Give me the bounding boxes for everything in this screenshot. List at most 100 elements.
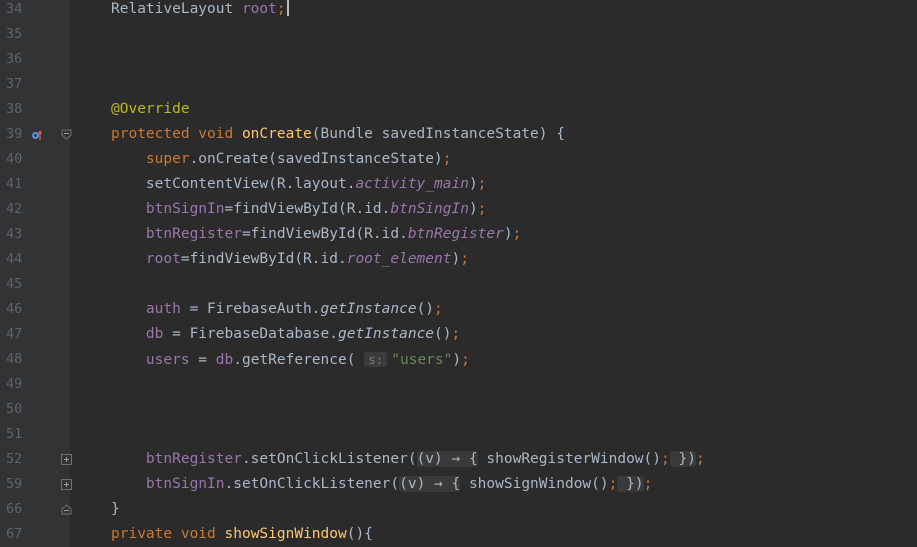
code-token: (): [416, 301, 435, 317]
line-number: 41: [6, 176, 23, 192]
code-line[interactable]: 45: [0, 272, 917, 297]
code-token: ;: [661, 451, 670, 467]
code-token: private void: [111, 526, 225, 542]
code-line[interactable]: 37: [0, 72, 917, 97]
code-text[interactable]: protected void onCreate(Bundle savedInst…: [111, 122, 565, 147]
code-line[interactable]: 38 @Override: [0, 97, 917, 122]
code-token: getInstance: [338, 326, 435, 342]
code-token: ): [468, 176, 478, 192]
code-token: protected void: [111, 126, 242, 142]
line-number: 43: [6, 226, 23, 242]
code-text[interactable]: root=findViewById(R.id.root_element);: [111, 247, 469, 272]
code-text[interactable]: @Override: [111, 97, 190, 122]
code-line[interactable]: 34 RelativeLayout root;: [0, 0, 917, 22]
code-token: btnRegister: [407, 226, 504, 242]
line-number: 46: [6, 301, 23, 317]
code-token: btnRegister: [145, 451, 242, 467]
code-text[interactable]: users = db.getReference( s: "users");: [111, 347, 470, 373]
code-token: .setOnClickListener(: [241, 451, 417, 467]
code-token: ): [451, 251, 461, 267]
code-text[interactable]: RelativeLayout root;: [111, 0, 289, 22]
code-token: ;: [512, 226, 522, 242]
code-editor[interactable]: 34 RelativeLayout root; 35 36 37 38 @Override 3…: [0, 0, 917, 547]
code-line[interactable]: 44 root=findViewById(R.id.root_element);: [0, 247, 917, 272]
code-token: ): [452, 352, 462, 368]
code-text[interactable]: private void showSignWindow(){: [111, 522, 373, 547]
code-token: = FirebaseDatabase.: [163, 326, 338, 342]
code-token: s:: [364, 352, 388, 367]
code-token: .setOnClickListener(: [224, 476, 400, 492]
fold-expand-icon[interactable]: [61, 454, 72, 465]
line-number: 48: [6, 351, 23, 367]
code-text[interactable]: btnSignIn=findViewById(R.id.btnSingIn);: [111, 197, 487, 222]
line-number: 49: [6, 376, 23, 392]
code-token: ): [503, 226, 513, 242]
code-token: ;: [434, 301, 443, 317]
code-token: onCreate: [241, 126, 312, 142]
code-line[interactable]: 48 users = db.getReference( s: "users");: [0, 347, 917, 372]
code-token: (){: [346, 526, 373, 542]
code-token: db: [145, 326, 164, 342]
code-text[interactable]: setContentView(R.layout.activity_main);: [111, 172, 487, 197]
code-line[interactable]: 40 super.onCreate(savedInstanceState);: [0, 147, 917, 172]
code-token: activity_main: [355, 176, 469, 192]
line-number: 59: [6, 476, 23, 492]
code-line[interactable]: 52 btnRegister.setOnClickListener((v) → …: [0, 447, 917, 472]
code-line[interactable]: 42 btnSignIn=findViewById(R.id.btnSingIn…: [0, 197, 917, 222]
code-line[interactable]: 41 setContentView(R.layout.activity_main…: [0, 172, 917, 197]
code-line[interactable]: 35: [0, 22, 917, 47]
code-line[interactable]: 39 protected void onCreate(Bundle savedIn…: [0, 122, 917, 147]
code-text[interactable]: auth = FirebaseAuth.getInstance();: [111, 297, 443, 322]
override-method-icon[interactable]: [31, 129, 43, 141]
line-number: 50: [6, 401, 23, 417]
code-token: ;: [461, 352, 470, 368]
fold-expand-icon[interactable]: [61, 479, 72, 490]
code-token: =findViewById(R.id.: [241, 226, 408, 242]
code-line[interactable]: 66}: [0, 497, 917, 522]
line-number: 35: [6, 26, 23, 42]
code-token: btnRegister: [145, 226, 242, 242]
code-line[interactable]: 67 private void showSignWindow(){: [0, 522, 917, 547]
code-token: RelativeLayout: [111, 1, 242, 17]
code-token: (v) → {: [399, 476, 461, 492]
code-token: auth: [145, 301, 181, 317]
fold-open-icon[interactable]: [61, 129, 72, 140]
code-token: ): [468, 201, 478, 217]
code-line[interactable]: 51: [0, 422, 917, 447]
code-text[interactable]: super.onCreate(savedInstanceState);: [111, 147, 452, 172]
code-text[interactable]: btnRegister.setOnClickListener((v) → { s…: [111, 447, 705, 472]
line-number: 45: [6, 276, 23, 292]
fold-end-icon[interactable]: [61, 504, 72, 515]
code-token: showSignWindow(): [460, 476, 609, 492]
code-token: db: [215, 352, 234, 368]
code-line[interactable]: 49: [0, 372, 917, 397]
code-line[interactable]: 43 btnRegister=findViewById(R.id.btnRegi…: [0, 222, 917, 247]
code-token: showSignWindow: [224, 526, 347, 542]
code-line[interactable]: 36: [0, 47, 917, 72]
code-text[interactable]: db = FirebaseDatabase.getInstance();: [111, 322, 460, 347]
code-token: ;: [442, 151, 452, 167]
code-text[interactable]: btnRegister=findViewById(R.id.btnRegiste…: [111, 222, 521, 247]
code-line[interactable]: 47 db = FirebaseDatabase.getInstance();: [0, 322, 917, 347]
code-line[interactable]: 59 btnSignIn.setOnClickListener((v) → { …: [0, 472, 917, 497]
code-token: ;: [695, 451, 705, 467]
line-number: 34: [6, 1, 23, 17]
code-line[interactable]: 50: [0, 397, 917, 422]
code-token: getInstance: [320, 301, 417, 317]
code-token: }): [669, 451, 696, 467]
code-text[interactable]: btnSignIn.setOnClickListener((v) → { sho…: [111, 472, 652, 497]
code-token: showRegisterWindow(): [477, 451, 661, 467]
code-line[interactable]: 46 auth = FirebaseAuth.getInstance();: [0, 297, 917, 322]
code-text[interactable]: }: [111, 497, 120, 522]
code-token: "users": [391, 352, 453, 368]
code-token: ;: [460, 251, 469, 267]
code-token: ;: [643, 476, 653, 492]
code-token: root_element: [346, 251, 452, 267]
code-token: .getReference(: [233, 352, 365, 368]
line-number: 47: [6, 326, 23, 342]
